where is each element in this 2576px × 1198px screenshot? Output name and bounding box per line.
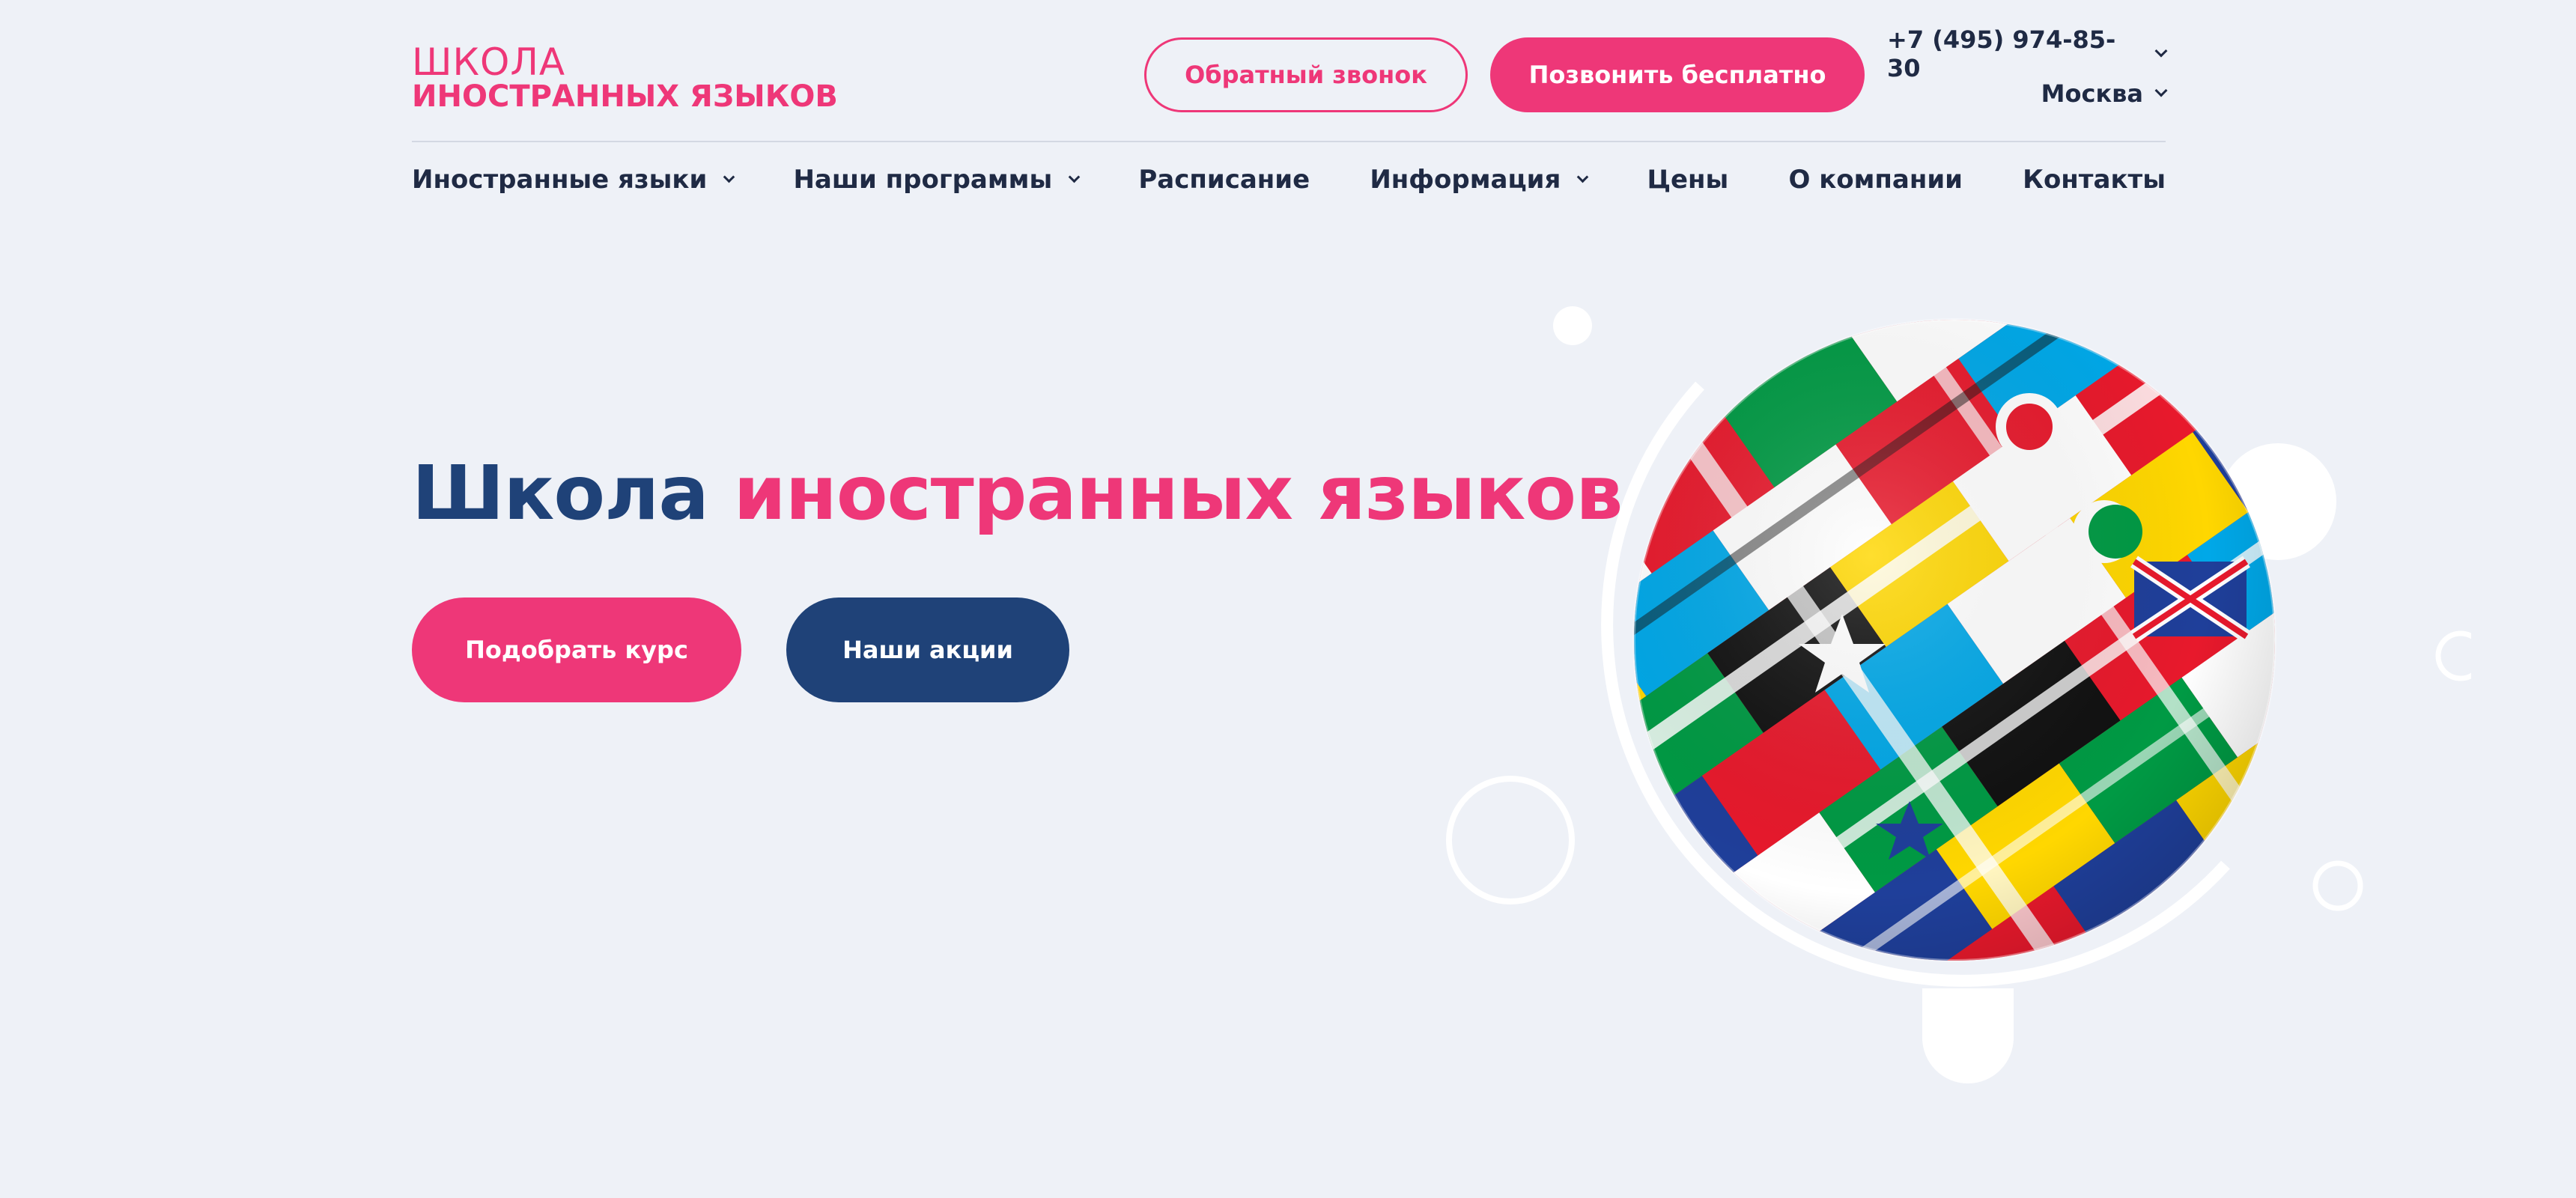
nav-item-label: О компании	[1788, 165, 1963, 195]
main-nav: Иностранные языки Наши программы Расписа…	[412, 157, 2166, 202]
nav-item-label: Наши программы	[793, 165, 1053, 195]
flags-globe-image	[1595, 314, 2284, 1003]
nav-item-label: Иностранные языки	[412, 165, 708, 195]
callback-button[interactable]: Обратный звонок	[1144, 37, 1468, 112]
promotions-button[interactable]: Наши акции	[786, 598, 1069, 702]
nav-item-label: Контакты	[2023, 165, 2166, 195]
nav-item-programs[interactable]: Наши программы	[793, 165, 1081, 195]
header-divider	[412, 141, 2166, 142]
nav-item-prices[interactable]: Цены	[1647, 165, 1728, 195]
chevron-down-icon	[2154, 44, 2168, 58]
nav-item-label: Цены	[1647, 165, 1729, 195]
nav-item-about[interactable]: О компании	[1788, 165, 1963, 195]
phone-dropdown[interactable]: +7 (495) 974-85-30	[1887, 25, 2168, 82]
nav-item-languages[interactable]: Иностранные языки	[412, 165, 735, 195]
nav-item-information[interactable]: Информация	[1370, 165, 1589, 195]
chevron-down-icon	[2154, 84, 2168, 97]
logo[interactable]: ШКОЛА ИНОСТРАННЫХ ЯЗЫКОВ	[412, 40, 838, 114]
nav-item-contacts[interactable]: Контакты	[2023, 165, 2166, 195]
chevron-down-icon	[1068, 171, 1081, 183]
phone-number: +7 (495) 974-85-30	[1887, 25, 2116, 82]
nav-item-label: Информация	[1370, 165, 1561, 195]
logo-line1: ШКОЛА	[412, 40, 566, 84]
choose-course-button[interactable]: Подобрать курс	[412, 598, 741, 702]
contact-selector: +7 (495) 974-85-30 Москва	[1887, 25, 2168, 114]
globe-illustration	[1632, 318, 2276, 962]
logo-line2: ИНОСТРАННЫХ ЯЗЫКОВ	[412, 79, 838, 114]
call-free-button[interactable]: Позвонить бесплатно	[1490, 37, 1865, 112]
city-name: Москва	[2041, 79, 2143, 108]
chevron-down-icon	[723, 171, 735, 183]
nav-item-schedule[interactable]: Расписание	[1138, 165, 1310, 195]
chevron-down-icon	[1577, 171, 1589, 183]
nav-item-label: Расписание	[1138, 165, 1310, 195]
hero-title-part1: Школа	[412, 449, 709, 537]
page: ШКОЛА ИНОСТРАННЫХ ЯЗЫКОВ Обратный звонок…	[0, 0, 2576, 1198]
